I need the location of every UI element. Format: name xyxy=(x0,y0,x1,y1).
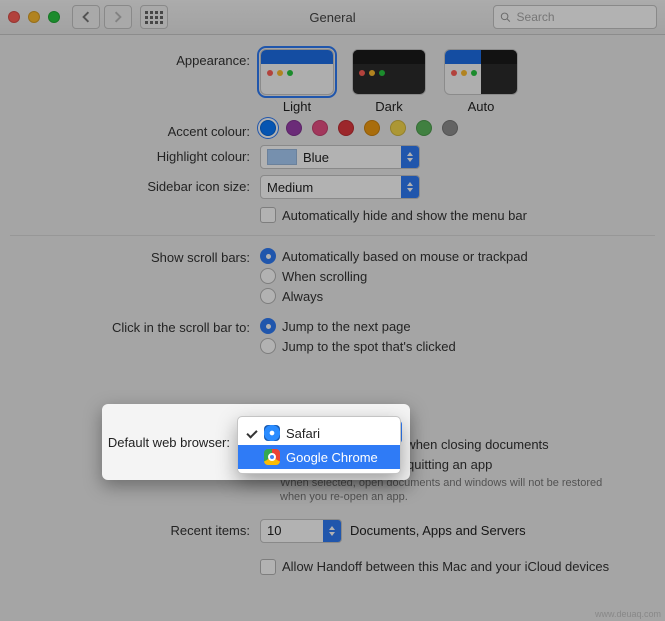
grid-icon xyxy=(145,11,163,24)
appearance-option-dark[interactable]: Dark xyxy=(352,49,426,114)
accent-swatch[interactable] xyxy=(390,120,406,136)
back-button[interactable] xyxy=(72,5,100,29)
stepper-arrows-icon xyxy=(401,146,419,168)
appearance-label: Appearance: xyxy=(10,49,260,68)
accent-swatch[interactable] xyxy=(364,120,380,136)
highlight-value: Blue xyxy=(303,150,329,165)
sidebar-size-popup[interactable]: Medium xyxy=(260,175,420,199)
appearance-option-light[interactable]: Light xyxy=(260,49,334,114)
sidebar-size-value: Medium xyxy=(267,180,313,195)
close-windows-note: When selected, open documents and window… xyxy=(280,476,630,505)
stepper-arrows-icon xyxy=(401,176,419,198)
accent-swatches xyxy=(260,120,458,136)
default-browser-label: Default web browser: xyxy=(102,435,238,450)
checkbox-icon xyxy=(260,559,276,575)
show-all-button[interactable] xyxy=(140,5,168,29)
default-browser-menu[interactable]: Safari Google Chrome xyxy=(237,416,401,474)
forward-button[interactable] xyxy=(104,5,132,29)
radio-icon xyxy=(260,318,276,334)
search-field[interactable] xyxy=(493,5,657,29)
radio-icon xyxy=(260,268,276,284)
accent-label: Accent colour: xyxy=(10,120,260,139)
scrollbars-label: Show scroll bars: xyxy=(10,246,260,265)
accent-swatch[interactable] xyxy=(442,120,458,136)
clickscroll-radio[interactable]: Jump to the spot that's clicked xyxy=(260,338,456,354)
appearance-thumb-light xyxy=(260,49,334,95)
menu-item-safari[interactable]: Safari xyxy=(238,421,400,445)
window-toolbar: General xyxy=(0,0,665,35)
accent-swatch[interactable] xyxy=(312,120,328,136)
radio-label: When scrolling xyxy=(282,269,367,284)
highlight-swatch-icon xyxy=(267,149,297,165)
chrome-icon xyxy=(264,449,280,465)
appearance-thumb-auto xyxy=(444,49,518,95)
sidebar-label: Sidebar icon size: xyxy=(10,175,260,194)
search-input[interactable] xyxy=(515,9,650,25)
zoom-icon[interactable] xyxy=(48,11,60,23)
radio-label: Automatically based on mouse or trackpad xyxy=(282,249,528,264)
radio-label: Jump to the spot that's clicked xyxy=(282,339,456,354)
radio-icon xyxy=(260,248,276,264)
clickscroll-radio[interactable]: Jump to the next page xyxy=(260,318,411,334)
close-icon[interactable] xyxy=(8,11,20,23)
menu-item-chrome[interactable]: Google Chrome xyxy=(238,445,400,469)
minimize-icon[interactable] xyxy=(28,11,40,23)
scrollbars-radio[interactable]: Always xyxy=(260,288,323,304)
radio-label: Jump to the next page xyxy=(282,319,411,334)
handoff-checkbox[interactable]: Allow Handoff between this Mac and your … xyxy=(260,559,609,575)
accent-swatch[interactable] xyxy=(260,120,276,136)
search-icon xyxy=(500,11,511,23)
stepper-arrows-icon xyxy=(323,520,341,542)
traffic-lights xyxy=(8,11,60,23)
clickscroll-label: Click in the scroll bar to: xyxy=(10,316,260,335)
menu-item-label: Google Chrome xyxy=(286,450,378,465)
radio-icon xyxy=(260,338,276,354)
accent-swatch[interactable] xyxy=(338,120,354,136)
checkbox-label: Allow Handoff between this Mac and your … xyxy=(282,559,609,574)
appearance-caption: Auto xyxy=(468,99,495,114)
recent-label: Recent items: xyxy=(10,519,260,538)
appearance-option-auto[interactable]: Auto xyxy=(444,49,518,114)
highlight-label: Highlight colour: xyxy=(10,145,260,164)
highlight-popup[interactable]: Blue xyxy=(260,145,420,169)
recent-popup[interactable]: 10 xyxy=(260,519,342,543)
watermark: www.deuaq.com xyxy=(595,609,661,619)
radio-icon xyxy=(260,288,276,304)
checkbox-label: Automatically hide and show the menu bar xyxy=(282,208,527,223)
accent-swatch[interactable] xyxy=(286,120,302,136)
radio-label: Always xyxy=(282,289,323,304)
checkmark-icon xyxy=(249,426,255,441)
appearance-caption: Dark xyxy=(375,99,402,114)
recent-value: 10 xyxy=(267,523,281,538)
checkbox-icon xyxy=(260,207,276,223)
menu-item-label: Safari xyxy=(286,426,320,441)
recent-suffix: Documents, Apps and Servers xyxy=(350,523,526,538)
general-panel: Appearance: Light Dark xyxy=(0,35,665,593)
menubar-autohide-checkbox[interactable]: Automatically hide and show the menu bar xyxy=(260,207,527,223)
appearance-thumb-dark xyxy=(352,49,426,95)
safari-icon xyxy=(264,425,280,441)
scrollbars-radio[interactable]: Automatically based on mouse or trackpad xyxy=(260,248,528,264)
scrollbars-radio[interactable]: When scrolling xyxy=(260,268,367,284)
accent-swatch[interactable] xyxy=(416,120,432,136)
appearance-caption: Light xyxy=(283,99,311,114)
